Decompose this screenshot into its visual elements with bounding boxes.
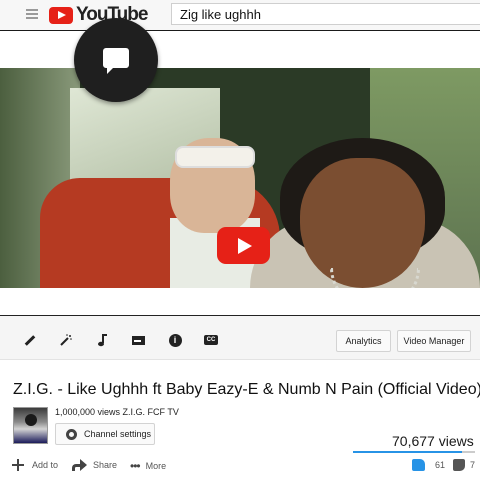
chat-bubble-button[interactable]: [74, 18, 158, 102]
masthead: YouTube Zig like ughhh: [0, 0, 480, 30]
gear-icon: [66, 428, 77, 440]
plus-icon: [12, 459, 24, 471]
video-title: Z.I.G. - Like Ughhh ft Baby Eazy-E & Num…: [13, 381, 480, 398]
more-dots-icon: •••: [130, 459, 141, 473]
like-count: 61: [435, 460, 446, 470]
play-button-icon[interactable]: [217, 227, 270, 264]
share-icon: [72, 459, 87, 471]
video-frame-sunglasses: [175, 146, 255, 168]
like-button[interactable]: 61: [412, 459, 445, 471]
chat-bubble-icon: [103, 48, 129, 74]
channel-info-line[interactable]: 1,000,000 views Z.I.G. FCF TV: [55, 407, 179, 417]
magic-wand-icon[interactable]: [59, 333, 73, 347]
youtube-play-icon: [49, 6, 73, 24]
channel-settings-button[interactable]: Channel settings: [55, 423, 155, 445]
info-icon[interactable]: i: [168, 333, 182, 347]
channel-avatar[interactable]: [13, 407, 48, 444]
creator-toolbar: i CC Analytics Video Manager: [0, 315, 480, 360]
share-label: Share: [93, 459, 118, 470]
dislike-button[interactable]: 7: [453, 459, 475, 471]
subheader-bar: [0, 30, 480, 68]
video-manager-button[interactable]: Video Manager: [397, 330, 471, 352]
like-ratio-bar: [353, 451, 475, 453]
player-spacer: [0, 288, 480, 315]
add-to-button[interactable]: Add to: [12, 459, 58, 471]
share-button[interactable]: Share: [72, 459, 118, 471]
more-label: More: [145, 461, 167, 471]
menu-icon[interactable]: [26, 9, 38, 19]
channel-settings-label: Channel settings: [84, 429, 152, 439]
music-note-icon[interactable]: [95, 333, 109, 347]
video-frame-chain: [330, 268, 420, 288]
video-player[interactable]: [0, 68, 480, 288]
dislike-ratio-segment: [462, 451, 475, 453]
search-input[interactable]: Zig like ughhh: [171, 3, 480, 25]
dislike-count: 7: [470, 460, 476, 470]
analytics-button[interactable]: Analytics: [336, 330, 391, 352]
thumbs-up-icon: [412, 459, 425, 471]
cc-icon[interactable]: CC: [204, 333, 218, 347]
thumbs-down-icon: [453, 459, 465, 471]
edit-icon[interactable]: [23, 333, 37, 347]
add-to-label: Add to: [32, 460, 59, 470]
more-button[interactable]: ••• More: [130, 459, 166, 473]
view-count: 70,677 views: [392, 433, 474, 449]
card-icon[interactable]: [131, 333, 145, 347]
